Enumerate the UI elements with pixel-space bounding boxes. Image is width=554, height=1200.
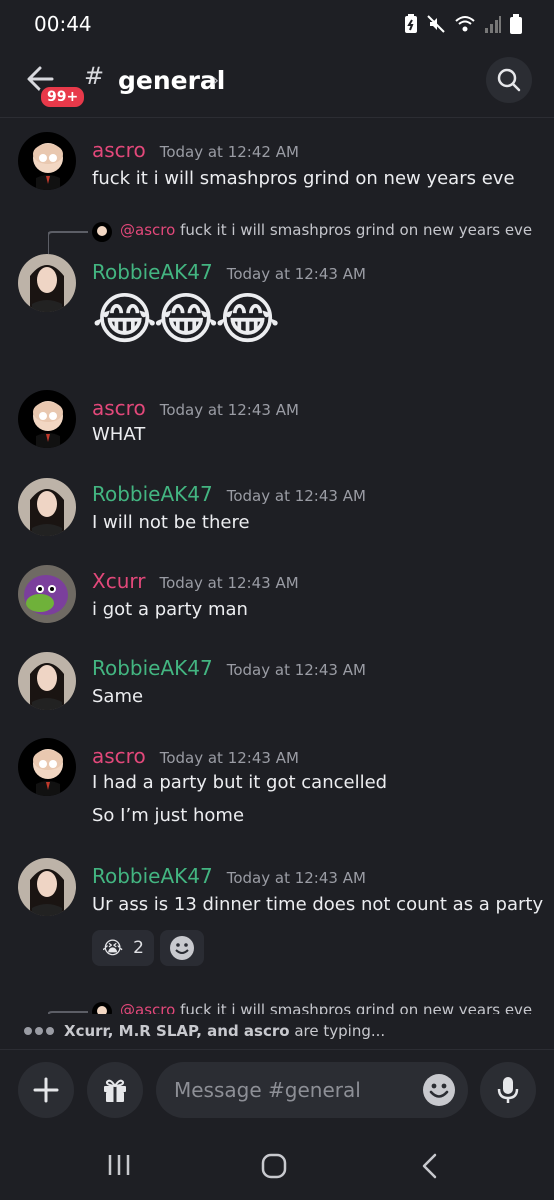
microphone-icon xyxy=(497,1077,519,1103)
avatar[interactable] xyxy=(18,390,76,448)
search-button[interactable] xyxy=(486,57,532,103)
author-name[interactable]: ascro xyxy=(92,396,146,420)
status-bar: 00:44 xyxy=(0,0,554,48)
status-icons xyxy=(404,14,522,34)
author-name[interactable]: ascro xyxy=(92,744,146,768)
message: RobbieAK47 Today at 12:43 AM Same xyxy=(0,652,554,722)
message-header: ascro Today at 12:43 AM xyxy=(92,744,299,768)
message-header: ascro Today at 12:43 AM xyxy=(92,396,299,420)
message: RobbieAK47 Today at 12:43 AM I will not … xyxy=(0,478,554,548)
channel-name[interactable]: general xyxy=(118,66,225,95)
voice-message-button[interactable] xyxy=(480,1062,536,1118)
author-name[interactable]: RobbieAK47 xyxy=(92,864,213,888)
message-input-placeholder: Message #general xyxy=(174,1078,361,1102)
message-header: ascro Today at 12:42 AM xyxy=(92,138,299,162)
message-text: I will not be there xyxy=(92,512,250,533)
wifi-icon xyxy=(455,16,475,32)
typing-suffix: are typing... xyxy=(289,1022,386,1040)
avatar[interactable] xyxy=(18,254,76,312)
message-header: RobbieAK47 Today at 12:43 AM xyxy=(92,260,366,284)
message-text: fuck it i will smashpros grind on new ye… xyxy=(92,168,515,189)
channel-hash-icon: # xyxy=(84,62,105,90)
signal-icon xyxy=(485,16,501,33)
message-header: RobbieAK47 Today at 12:43 AM xyxy=(92,864,366,888)
message: ascro Today at 12:42 AM fuck it i will s… xyxy=(0,132,554,212)
typing-text: Xcurr, M.R SLAP, and ascro are typing... xyxy=(64,1022,385,1040)
gift-icon xyxy=(104,1079,126,1102)
system-nav-bar xyxy=(0,1130,554,1200)
timestamp: Today at 12:42 AM xyxy=(159,143,299,161)
search-icon xyxy=(497,68,521,92)
avatar[interactable] xyxy=(18,478,76,536)
message-input[interactable]: Message #general xyxy=(156,1062,468,1118)
reply-avatar xyxy=(92,222,112,242)
message: @ascro fuck it i will smashpros grind on… xyxy=(0,220,554,360)
author-name[interactable]: Xcurr xyxy=(92,569,145,593)
author-name[interactable]: ascro xyxy=(92,138,146,162)
message-text: Same xyxy=(92,686,144,707)
channel-header: 99+ # general › xyxy=(0,48,554,118)
unread-badge: 99+ xyxy=(38,84,88,110)
message: RobbieAK47 Today at 12:43 AM Ur ass is 1… xyxy=(0,858,554,968)
timestamp: Today at 12:43 AM xyxy=(226,661,366,679)
message-header: Xcurr Today at 12:43 AM xyxy=(92,569,299,593)
reaction-count: 2 xyxy=(133,938,144,958)
author-name[interactable]: RobbieAK47 xyxy=(92,260,213,284)
typing-users: Xcurr, M.R SLAP, and ascro xyxy=(64,1022,290,1040)
reply-preview[interactable]: @ascro fuck it i will smashpros grind on… xyxy=(48,220,532,254)
plus-icon xyxy=(33,1077,59,1103)
reaction-pill[interactable]: 😭 2 xyxy=(92,930,154,966)
reply-content: fuck it i will smashpros grind on new ye… xyxy=(180,221,533,239)
battery-icon xyxy=(510,14,522,34)
timestamp: Today at 12:43 AM xyxy=(226,487,366,505)
timestamp: Today at 12:43 AM xyxy=(226,265,366,283)
typing-indicator: Xcurr, M.R SLAP, and ascro are typing... xyxy=(0,1014,554,1050)
avatar[interactable] xyxy=(18,565,76,623)
message-text: i got a party man xyxy=(92,599,248,620)
home-icon[interactable] xyxy=(260,1152,288,1180)
author-name[interactable]: RobbieAK47 xyxy=(92,656,213,680)
message: ascro Today at 12:43 AM WHAT xyxy=(0,390,554,460)
mute-icon xyxy=(427,15,445,33)
status-time: 00:44 xyxy=(34,12,92,36)
battery-saver-icon xyxy=(405,14,417,33)
avatar[interactable] xyxy=(18,132,76,190)
message-text: WHAT xyxy=(92,424,146,445)
message-header: RobbieAK47 Today at 12:43 AM xyxy=(92,482,366,506)
reply-text: @ascro fuck it i will smashpros grind on… xyxy=(120,221,532,239)
message-header: RobbieAK47 Today at 12:43 AM xyxy=(92,656,366,680)
typing-dots-icon xyxy=(24,1027,54,1035)
gift-button[interactable] xyxy=(87,1062,143,1118)
message-text: So I’m just home xyxy=(92,805,245,826)
reply-mention: @ascro xyxy=(120,221,176,239)
back-nav-icon[interactable] xyxy=(418,1152,442,1180)
message-text: I had a party but it got cancelled xyxy=(92,772,388,793)
message-text: Ur ass is 13 dinner time does not count … xyxy=(92,894,544,915)
emoji-icon[interactable] xyxy=(422,1073,456,1107)
message: Xcurr Today at 12:43 AM i got a party ma… xyxy=(0,565,554,635)
avatar[interactable] xyxy=(18,858,76,916)
recent-apps-icon[interactable] xyxy=(106,1152,132,1178)
message-composer: Message #general xyxy=(0,1060,554,1124)
chevron-right-icon[interactable]: › xyxy=(212,70,219,91)
timestamp: Today at 12:43 AM xyxy=(226,869,366,887)
add-reaction-button[interactable] xyxy=(160,930,204,966)
message: ascro Today at 12:43 AM I had a party bu… xyxy=(0,738,554,848)
jumbo-emoji: 😂😂😂 xyxy=(92,287,280,352)
avatar[interactable] xyxy=(18,738,76,796)
timestamp: Today at 12:43 AM xyxy=(159,401,299,419)
message-list[interactable]: ascro Today at 12:42 AM fuck it i will s… xyxy=(0,120,554,1020)
add-reaction-icon xyxy=(170,936,194,960)
timestamp: Today at 12:43 AM xyxy=(159,574,299,592)
avatar[interactable] xyxy=(18,652,76,710)
add-attachment-button[interactable] xyxy=(18,1062,74,1118)
timestamp: Today at 12:43 AM xyxy=(159,749,299,767)
author-name[interactable]: RobbieAK47 xyxy=(92,482,213,506)
reaction-emoji: 😭 xyxy=(102,937,124,959)
